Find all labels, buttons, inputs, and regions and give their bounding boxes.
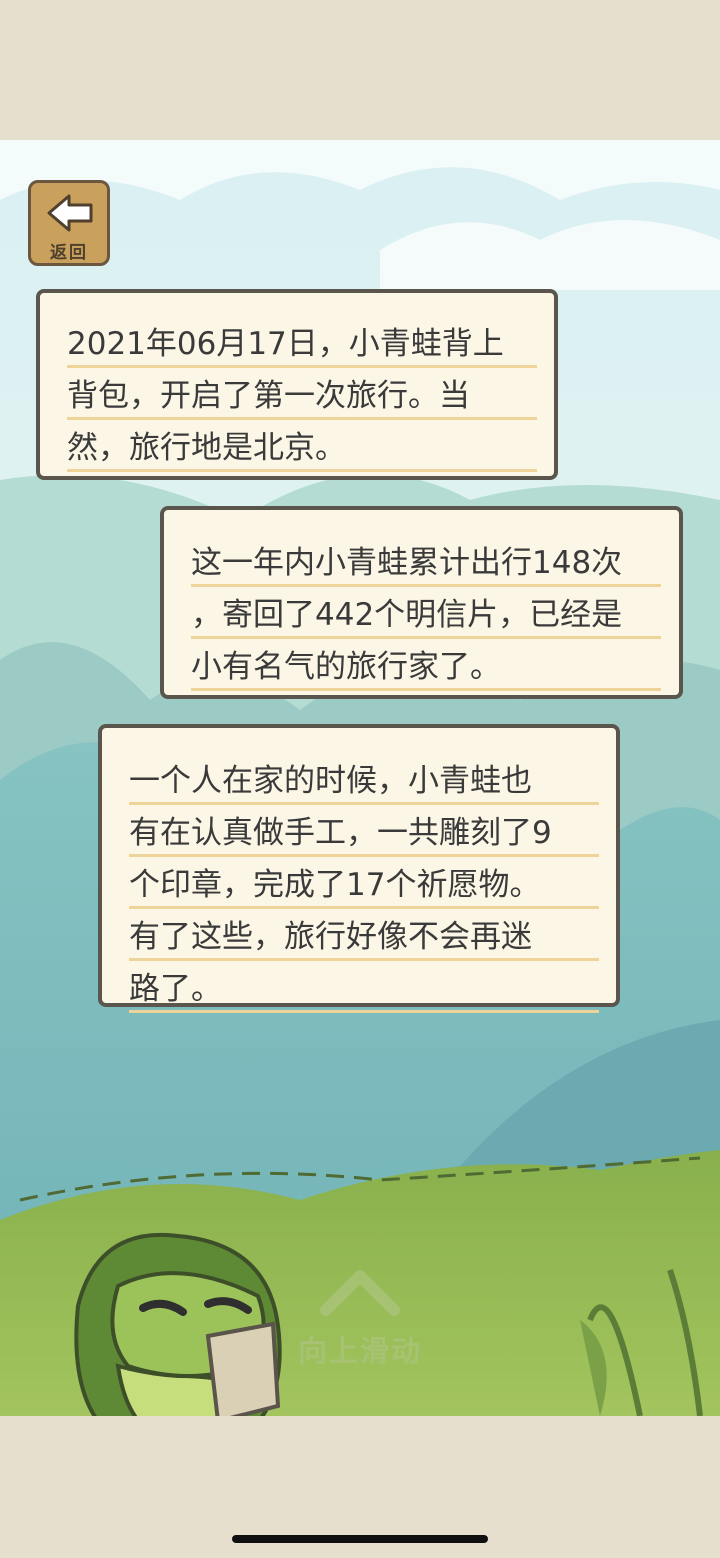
- text-line: 这一年内小青蛙累计出行148次: [191, 545, 623, 581]
- story-text-3: 一个人在家的时候，小青蛙也 有在认真做手工，一共雕刻了9 个印章，完成了17个祈…: [129, 755, 599, 1019]
- swipe-up-label: 向上滑动: [297, 1334, 422, 1368]
- text-line: 2021年06月17日，小青蛙背上: [67, 326, 504, 362]
- top-status-area: [0, 0, 720, 140]
- story-bubble-2: 这一年内小青蛙累计出行148次 ，寄回了442个明信片，已经是 小有名气的旅行家…: [160, 506, 683, 699]
- story-bubble-3: 一个人在家的时候，小青蛙也 有在认真做手工，一共雕刻了9 个印章，完成了17个祈…: [98, 724, 620, 1019]
- text-line: 有在认真做手工，一共雕刻了9: [129, 815, 552, 851]
- text-line: 背包，开启了第一次旅行。当: [67, 378, 470, 414]
- home-indicator[interactable]: [232, 1535, 488, 1543]
- text-line: 路了。: [129, 971, 222, 1007]
- story-text-2: 这一年内小青蛙累计出行148次 ，寄回了442个明信片，已经是 小有名气的旅行家…: [191, 537, 661, 697]
- text-line: 有了这些，旅行好像不会再迷: [129, 919, 532, 955]
- back-button[interactable]: 返回: [28, 180, 110, 266]
- text-line: 然，旅行地是北京。: [67, 430, 346, 466]
- story-bubble-1: 2021年06月17日，小青蛙背上 背包，开启了第一次旅行。当 然，旅行地是北京…: [36, 289, 558, 480]
- frog-character: [74, 1232, 282, 1416]
- chevron-up-icon: [320, 1270, 400, 1316]
- story-scene[interactable]: 返回 2021年06月17日，小青蛙背上 背包，开启了第一次旅行。当 然，旅行地…: [0, 140, 720, 1416]
- text-line: 一个人在家的时候，小青蛙也: [129, 763, 532, 799]
- arrow-left-icon: [47, 194, 93, 232]
- text-line: 小有名气的旅行家了。: [191, 649, 501, 685]
- text-line: 个印章，完成了17个祈愿物。: [129, 867, 541, 903]
- story-text-1: 2021年06月17日，小青蛙背上 背包，开启了第一次旅行。当 然，旅行地是北京…: [67, 318, 537, 478]
- swipe-up-hint[interactable]: 向上滑动: [280, 1266, 440, 1376]
- back-label: 返回: [50, 243, 88, 263]
- text-line: ，寄回了442个明信片，已经是: [191, 597, 623, 633]
